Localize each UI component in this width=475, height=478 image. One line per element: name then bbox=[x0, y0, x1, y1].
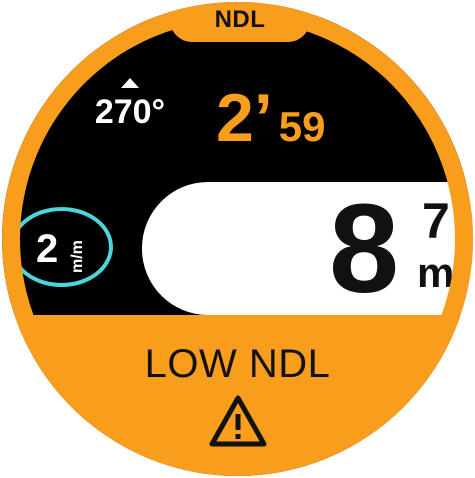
ascent-rate-value: 2 bbox=[36, 227, 59, 271]
heading-value: 270° bbox=[94, 93, 166, 131]
depth-decimal: 7 bbox=[422, 193, 450, 249]
ascent-rate-gauge: 2 m/m bbox=[10, 207, 113, 287]
ndl-tab: NDL bbox=[170, 2, 310, 42]
ndl-time: 2’ 59 bbox=[216, 84, 325, 152]
dive-computer-screen: NDL 270° 2’ 59 8 7 m 2 m/m LOW NDL bbox=[0, 0, 475, 478]
warning-triangle-icon bbox=[209, 395, 266, 447]
ndl-tab-label: NDL bbox=[214, 6, 266, 33]
low-ndl-alert: LOW NDL bbox=[2, 342, 473, 448]
depth-whole: 8 bbox=[329, 178, 400, 319]
dial: NDL 270° 2’ 59 8 7 m 2 m/m LOW NDL bbox=[2, 2, 473, 476]
ndl-seconds: 59 bbox=[278, 103, 326, 150]
depth-unit: m bbox=[417, 249, 455, 296]
ndl-minutes: 2’ bbox=[216, 80, 273, 156]
arrow-up-icon bbox=[121, 78, 139, 88]
depth-panel: 8 7 m bbox=[142, 182, 473, 315]
alert-text: LOW NDL bbox=[144, 342, 331, 386]
compass-heading: 270° bbox=[80, 78, 180, 132]
ascent-rate-unit: m/m bbox=[69, 240, 86, 273]
